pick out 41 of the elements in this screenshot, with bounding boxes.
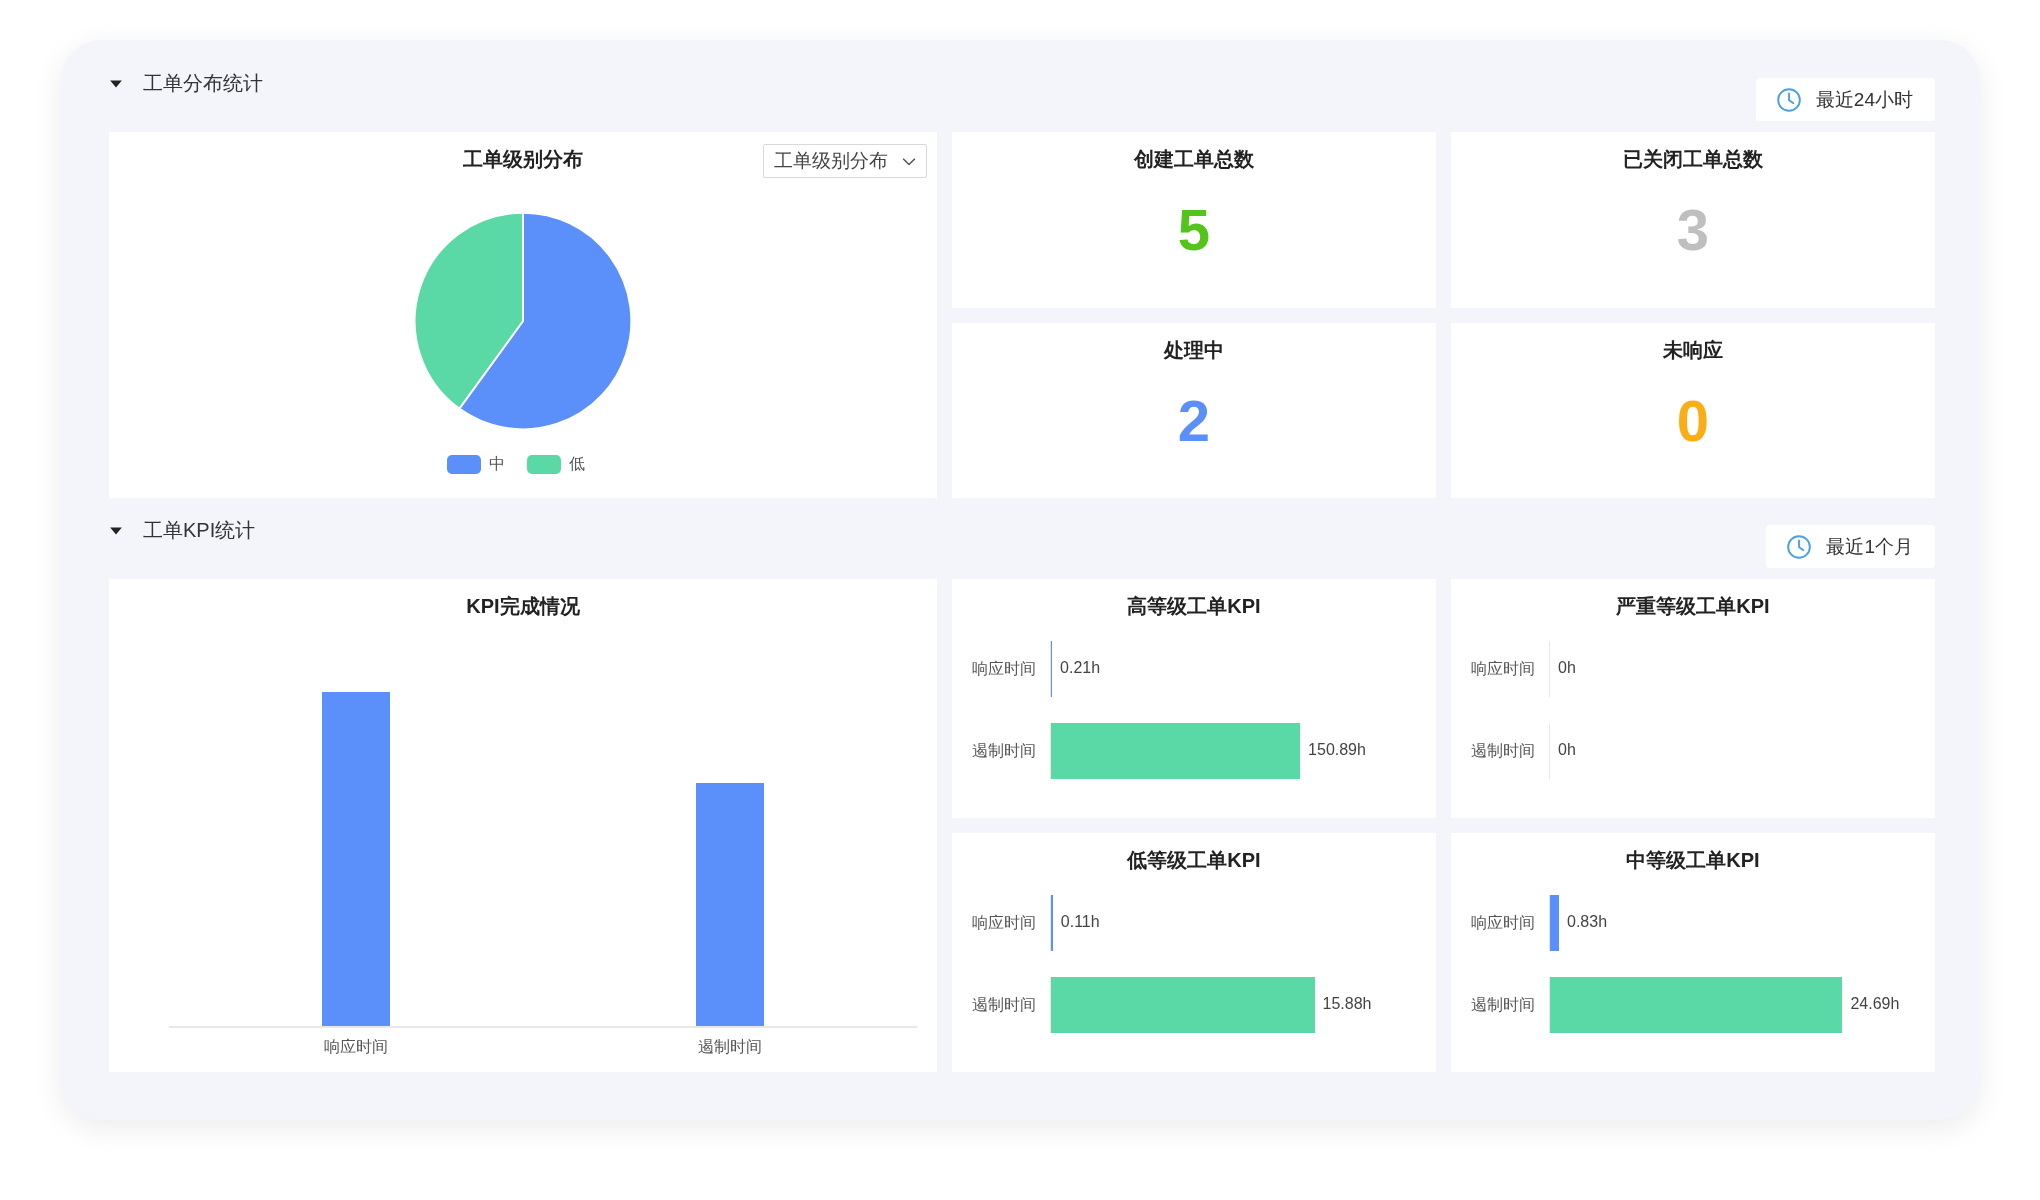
legend-label: 中 — [489, 454, 505, 474]
row-label: 响应时间 — [1471, 658, 1536, 679]
value-label: 0h — [1558, 741, 1576, 759]
value-label: 0.11h — [1060, 913, 1100, 931]
dropdown[interactable]: 工单级别分布 — [763, 144, 927, 178]
clock-icon — [1786, 533, 1813, 560]
clock-icon — [1775, 86, 1802, 113]
time-range-button[interactable]: 最近1个月 — [1766, 525, 1935, 568]
chart-title: 低等级工单KPI — [1127, 848, 1261, 873]
value-label: 24.69h — [1850, 995, 1900, 1013]
stat-value: 3 — [1676, 196, 1710, 263]
chart-title: 中等级工单KPI — [1626, 848, 1760, 873]
stat-value: 2 — [1177, 387, 1211, 454]
chart-title: 工单级别分布 — [463, 147, 583, 172]
row-label: 遏制时间 — [1471, 994, 1536, 1015]
value-label: 15.88h — [1322, 995, 1372, 1013]
row-label: 响应时间 — [972, 658, 1037, 679]
stat-title: 已关闭工单总数 — [1623, 147, 1763, 172]
value-label: 150.89h — [1308, 741, 1366, 759]
section-title: 工单KPI统计 — [143, 518, 256, 543]
chart-title: 严重等级工单KPI — [1616, 594, 1770, 619]
row-label: 遏制时间 — [972, 994, 1037, 1015]
value-label: 0h — [1558, 659, 1576, 677]
row-label: 遏制时间 — [972, 740, 1037, 761]
value-label: 0.83h — [1567, 913, 1608, 931]
row-label: 响应时间 — [972, 912, 1037, 933]
legend-label: 低 — [569, 454, 585, 474]
row-label: 响应时间 — [1471, 912, 1536, 933]
row-label: 遏制时间 — [1471, 740, 1536, 761]
stat-title: 未响应 — [1663, 338, 1723, 363]
stat-value: 5 — [1177, 196, 1211, 263]
time-range-button[interactable]: 最近24小时 — [1755, 78, 1935, 121]
chart-title: KPI完成情况 — [466, 594, 580, 619]
stat-title: 创建工单总数 — [1134, 147, 1254, 172]
stat-title: 处理中 — [1164, 338, 1224, 363]
stat-value: 0 — [1676, 387, 1710, 454]
axis-label: 遏制时间 — [698, 1037, 762, 1057]
axis-label: 响应时间 — [324, 1037, 388, 1057]
value-label: 0.21h — [1060, 659, 1101, 677]
chart-title: 高等级工单KPI — [1127, 594, 1261, 619]
section-title: 工单分布统计 — [143, 71, 263, 96]
